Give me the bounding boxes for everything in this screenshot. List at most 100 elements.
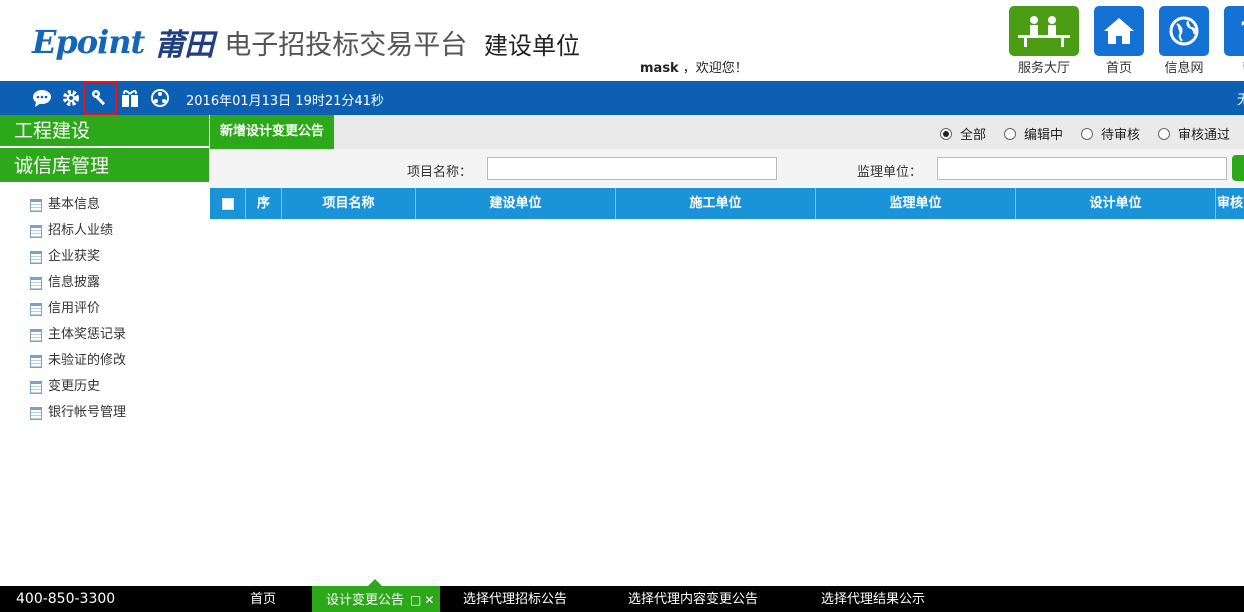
notebook-icon	[30, 276, 42, 290]
username: mask	[640, 61, 679, 76]
notebook-icon	[30, 198, 42, 212]
tab-bar: 新增设计变更公告 全部 编辑中 待审核 审核通过	[210, 115, 1244, 149]
logo-brand: Epoint	[32, 23, 145, 61]
search-bar: 项目名称： 监理单位：	[210, 149, 1244, 187]
role-title: 建设单位	[484, 32, 580, 60]
column-header[interactable]: 施工单位	[616, 188, 816, 219]
globe-icon	[1159, 6, 1209, 56]
datetime: 2016年01月13日 19时21分41秒	[186, 94, 384, 109]
sidebar-item[interactable]: 招标人业绩	[0, 218, 209, 244]
sidebar-item-label: 变更历史	[48, 379, 101, 394]
logo-city: 莆田	[154, 28, 215, 63]
notebook-icon	[30, 328, 42, 342]
project-name-input[interactable]	[487, 157, 777, 180]
key-icon[interactable]	[83, 81, 117, 115]
logo: Epoint 莆田 电子招投标交易平台	[32, 20, 467, 64]
home-button[interactable]: 首页	[1090, 6, 1148, 76]
status-filter: 全部 编辑中 待审核 审核通过	[922, 124, 1230, 143]
column-header[interactable]: 审核	[1216, 188, 1244, 219]
footer-tab-agent-result[interactable]: 选择代理结果公示	[821, 586, 925, 612]
header: Epoint 莆田 电子招投标交易平台 建设单位 mask，欢迎您！ 服务大厅	[0, 0, 1244, 81]
welcome-message: mask ，欢迎您！	[640, 57, 748, 76]
service-hall-icon	[1009, 6, 1079, 56]
sidebar-item-label: 未验证的修改	[48, 353, 127, 368]
tab-new-design-change[interactable]: 新增设计变更公告	[210, 115, 335, 149]
select-all-checkbox[interactable]	[221, 197, 234, 210]
info-net-button[interactable]: 信息网	[1155, 6, 1213, 76]
sidebar-item[interactable]: 企业获奖	[0, 244, 209, 270]
sidebar-item-label: 基本信息	[48, 197, 101, 212]
footer-tab-label: 设计变更公告	[326, 593, 405, 608]
column-header[interactable]: 建设单位	[416, 188, 616, 219]
gift-icon[interactable]	[119, 87, 141, 109]
notebook-icon	[30, 354, 42, 368]
service-hall-label: 服务大厅	[1017, 61, 1070, 76]
sidebar-section-credit[interactable]: 诚信库管理	[0, 148, 209, 184]
radio-dot[interactable]	[1003, 127, 1016, 140]
notebook-icon	[30, 406, 42, 420]
notebook-icon	[30, 302, 42, 316]
gear-icon[interactable]	[60, 87, 82, 109]
sidebar-item-label: 主体奖惩记录	[48, 327, 127, 342]
radio-editing[interactable]: 编辑中	[1003, 124, 1063, 143]
toolbar: 2016年01月13日 19时21分41秒 无	[0, 81, 1244, 115]
sidebar-section-engineering[interactable]: 工程建设	[0, 115, 209, 148]
footer-taskbar: 400-850-3300 首页 设计变更公告 □ ✕ 选择代理招标公告 选择代理内容…	[0, 579, 1244, 612]
sidebar-item[interactable]: 信用评价	[0, 296, 209, 322]
radio-label: 全部	[959, 128, 986, 143]
maximize-icon[interactable]: □	[410, 593, 421, 607]
help-button[interactable]: ? 帮	[1220, 6, 1244, 76]
table-header: 序 项目名称 建设单位 施工单位 监理单位 设计单位 审核	[210, 188, 1244, 219]
home-label: 首页	[1105, 61, 1132, 76]
select-all-header[interactable]	[210, 188, 246, 219]
column-header[interactable]: 项目名称	[282, 188, 416, 219]
sidebar-item-label: 信用评价	[48, 301, 101, 316]
service-hall-button[interactable]: 服务大厅	[1004, 6, 1084, 76]
radio-dot[interactable]	[1157, 127, 1170, 140]
main-content: 新增设计变更公告 全部 编辑中 待审核 审核通过 项目名称： 监理单位： 序 项…	[210, 115, 1244, 586]
column-header[interactable]: 设计单位	[1016, 188, 1216, 219]
project-name-label: 项目名称：	[407, 165, 473, 180]
search-button[interactable]	[1232, 155, 1244, 181]
close-icon[interactable]: ✕	[424, 593, 434, 607]
radio-label: 编辑中	[1023, 128, 1063, 143]
sidebar-item[interactable]: 未验证的修改	[0, 348, 209, 374]
radio-approved[interactable]: 审核通过	[1157, 124, 1230, 143]
radio-pending[interactable]: 待审核	[1080, 124, 1140, 143]
supervisor-input[interactable]	[937, 157, 1227, 180]
column-header[interactable]: 序	[246, 188, 282, 219]
sidebar-item-label: 企业获奖	[48, 249, 101, 264]
radio-all[interactable]: 全部	[939, 124, 986, 143]
chat-icon[interactable]	[31, 87, 53, 109]
help-icon: ?	[1224, 6, 1244, 56]
notebook-icon	[30, 380, 42, 394]
toolbar-right-text[interactable]: 无	[1237, 89, 1244, 108]
notebook-icon	[30, 224, 42, 238]
column-header[interactable]: 监理单位	[816, 188, 1016, 219]
sidebar: 工程建设 诚信库管理 基本信息 招标人业绩 企业获奖 信息披露 信用评价 主体奖…	[0, 115, 209, 586]
sidebar-list: 基本信息 招标人业绩 企业获奖 信息披露 信用评价 主体奖惩记录 未验证的修改 …	[0, 192, 209, 426]
sidebar-item[interactable]: 基本信息	[0, 192, 209, 218]
sidebar-item[interactable]: 变更历史	[0, 374, 209, 400]
sidebar-item[interactable]: 主体奖惩记录	[0, 322, 209, 348]
notebook-icon	[30, 250, 42, 264]
sidebar-item[interactable]: 信息披露	[0, 270, 209, 296]
footer-tab-agent-change[interactable]: 选择代理内容变更公告	[628, 586, 758, 612]
network-icon[interactable]	[149, 87, 171, 109]
footer-tab-home[interactable]: 首页	[250, 586, 276, 612]
footer-tab-design-change[interactable]: 设计变更公告 □ ✕	[312, 579, 441, 612]
info-net-label: 信息网	[1164, 61, 1204, 76]
supervisor-label: 监理单位：	[857, 165, 923, 180]
sidebar-item-label: 信息披露	[48, 275, 101, 290]
home-icon	[1094, 6, 1144, 56]
footer-tab-agent-bid[interactable]: 选择代理招标公告	[463, 586, 567, 612]
radio-dot[interactable]	[939, 127, 952, 140]
sidebar-item-label: 银行帐号管理	[48, 405, 127, 420]
svg-text:?: ?	[1240, 17, 1244, 46]
help-label: 帮	[1220, 57, 1244, 76]
sidebar-item[interactable]: 银行帐号管理	[0, 400, 209, 426]
radio-label: 审核通过	[1177, 128, 1230, 143]
hotline-phone: 400-850-3300	[16, 591, 116, 607]
radio-dot[interactable]	[1080, 127, 1093, 140]
sidebar-item-label: 招标人业绩	[48, 223, 114, 238]
